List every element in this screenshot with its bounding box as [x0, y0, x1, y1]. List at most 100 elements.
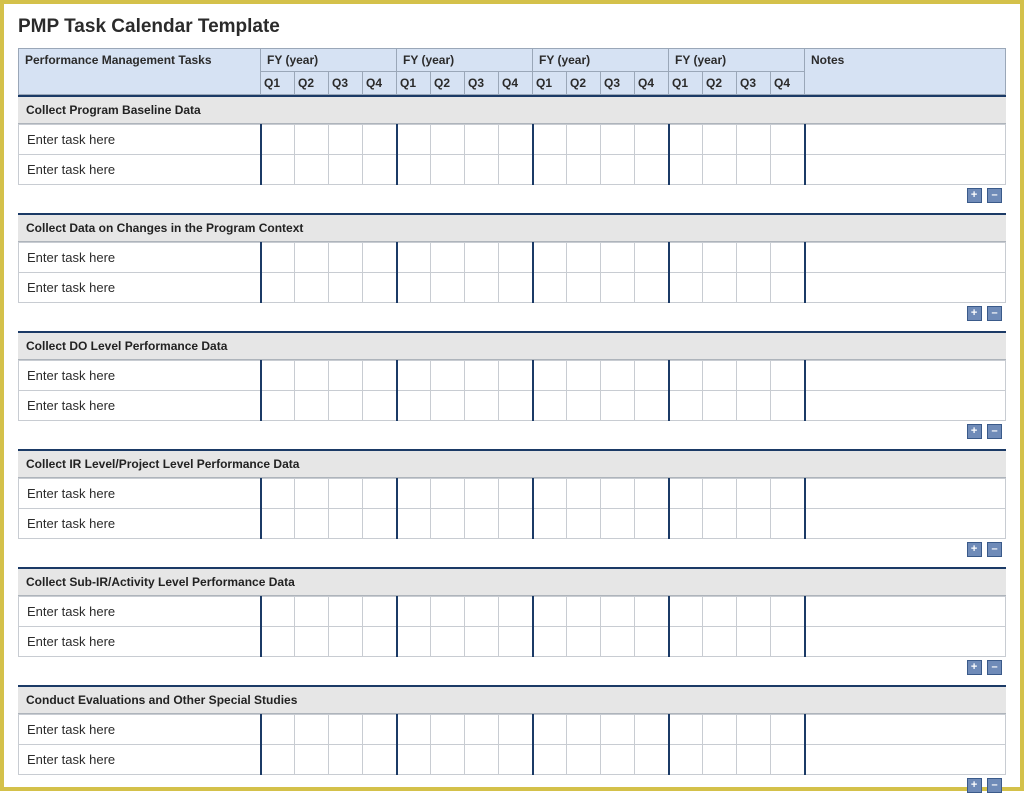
quarter-cell[interactable] — [533, 361, 567, 391]
quarter-cell[interactable] — [601, 391, 635, 421]
notes-cell[interactable] — [805, 509, 1006, 539]
quarter-cell[interactable] — [295, 125, 329, 155]
quarter-cell[interactable] — [397, 745, 431, 775]
notes-cell[interactable] — [805, 391, 1006, 421]
quarter-cell[interactable] — [737, 627, 771, 657]
add-row-button[interactable]: + — [967, 778, 982, 793]
quarter-cell[interactable] — [329, 273, 363, 303]
quarter-cell[interactable] — [295, 479, 329, 509]
quarter-cell[interactable] — [533, 243, 567, 273]
quarter-cell[interactable] — [771, 273, 805, 303]
quarter-cell[interactable] — [669, 597, 703, 627]
quarter-cell[interactable] — [635, 361, 669, 391]
quarter-cell[interactable] — [601, 745, 635, 775]
task-cell[interactable]: Enter task here — [19, 715, 261, 745]
quarter-cell[interactable] — [397, 509, 431, 539]
quarter-cell[interactable] — [533, 745, 567, 775]
quarter-cell[interactable] — [533, 391, 567, 421]
quarter-cell[interactable] — [465, 745, 499, 775]
quarter-cell[interactable] — [703, 597, 737, 627]
quarter-cell[interactable] — [499, 391, 533, 421]
notes-cell[interactable] — [805, 125, 1006, 155]
quarter-cell[interactable] — [499, 243, 533, 273]
quarter-cell[interactable] — [329, 479, 363, 509]
add-row-button[interactable]: + — [967, 542, 982, 557]
quarter-cell[interactable] — [737, 509, 771, 539]
quarter-cell[interactable] — [703, 273, 737, 303]
quarter-cell[interactable] — [397, 243, 431, 273]
quarter-cell[interactable] — [261, 361, 295, 391]
quarter-cell[interactable] — [295, 243, 329, 273]
quarter-cell[interactable] — [567, 715, 601, 745]
quarter-cell[interactable] — [431, 273, 465, 303]
notes-cell[interactable] — [805, 479, 1006, 509]
quarter-cell[interactable] — [363, 627, 397, 657]
quarter-cell[interactable] — [635, 597, 669, 627]
quarter-cell[interactable] — [261, 715, 295, 745]
quarter-cell[interactable] — [533, 273, 567, 303]
quarter-cell[interactable] — [567, 479, 601, 509]
quarter-cell[interactable] — [601, 479, 635, 509]
quarter-cell[interactable] — [363, 361, 397, 391]
quarter-cell[interactable] — [465, 627, 499, 657]
quarter-cell[interactable] — [533, 597, 567, 627]
remove-row-button[interactable]: – — [987, 306, 1002, 321]
quarter-cell[interactable] — [431, 627, 465, 657]
quarter-cell[interactable] — [669, 361, 703, 391]
quarter-cell[interactable] — [567, 745, 601, 775]
quarter-cell[interactable] — [669, 479, 703, 509]
quarter-cell[interactable] — [295, 273, 329, 303]
quarter-cell[interactable] — [771, 479, 805, 509]
add-row-button[interactable]: + — [967, 660, 982, 675]
quarter-cell[interactable] — [261, 627, 295, 657]
quarter-cell[interactable] — [295, 509, 329, 539]
quarter-cell[interactable] — [295, 745, 329, 775]
quarter-cell[interactable] — [431, 479, 465, 509]
quarter-cell[interactable] — [261, 273, 295, 303]
quarter-cell[interactable] — [771, 627, 805, 657]
quarter-cell[interactable] — [601, 627, 635, 657]
quarter-cell[interactable] — [703, 715, 737, 745]
notes-cell[interactable] — [805, 361, 1006, 391]
quarter-cell[interactable] — [363, 391, 397, 421]
quarter-cell[interactable] — [567, 597, 601, 627]
quarter-cell[interactable] — [465, 479, 499, 509]
quarter-cell[interactable] — [431, 745, 465, 775]
quarter-cell[interactable] — [533, 509, 567, 539]
quarter-cell[interactable] — [431, 361, 465, 391]
quarter-cell[interactable] — [329, 509, 363, 539]
quarter-cell[interactable] — [601, 361, 635, 391]
quarter-cell[interactable] — [465, 155, 499, 185]
quarter-cell[interactable] — [669, 745, 703, 775]
quarter-cell[interactable] — [771, 509, 805, 539]
quarter-cell[interactable] — [567, 125, 601, 155]
quarter-cell[interactable] — [635, 627, 669, 657]
quarter-cell[interactable] — [261, 155, 295, 185]
notes-cell[interactable] — [805, 597, 1006, 627]
quarter-cell[interactable] — [737, 479, 771, 509]
quarter-cell[interactable] — [397, 479, 431, 509]
quarter-cell[interactable] — [431, 155, 465, 185]
quarter-cell[interactable] — [499, 745, 533, 775]
remove-row-button[interactable]: – — [987, 778, 1002, 793]
quarter-cell[interactable] — [499, 479, 533, 509]
quarter-cell[interactable] — [431, 125, 465, 155]
add-row-button[interactable]: + — [967, 306, 982, 321]
quarter-cell[interactable] — [703, 627, 737, 657]
remove-row-button[interactable]: – — [987, 424, 1002, 439]
quarter-cell[interactable] — [397, 627, 431, 657]
quarter-cell[interactable] — [567, 627, 601, 657]
remove-row-button[interactable]: – — [987, 660, 1002, 675]
quarter-cell[interactable] — [635, 391, 669, 421]
quarter-cell[interactable] — [533, 479, 567, 509]
quarter-cell[interactable] — [567, 391, 601, 421]
quarter-cell[interactable] — [329, 361, 363, 391]
quarter-cell[interactable] — [635, 509, 669, 539]
quarter-cell[interactable] — [567, 273, 601, 303]
quarter-cell[interactable] — [499, 509, 533, 539]
quarter-cell[interactable] — [431, 715, 465, 745]
quarter-cell[interactable] — [601, 125, 635, 155]
quarter-cell[interactable] — [533, 715, 567, 745]
quarter-cell[interactable] — [601, 509, 635, 539]
quarter-cell[interactable] — [261, 125, 295, 155]
